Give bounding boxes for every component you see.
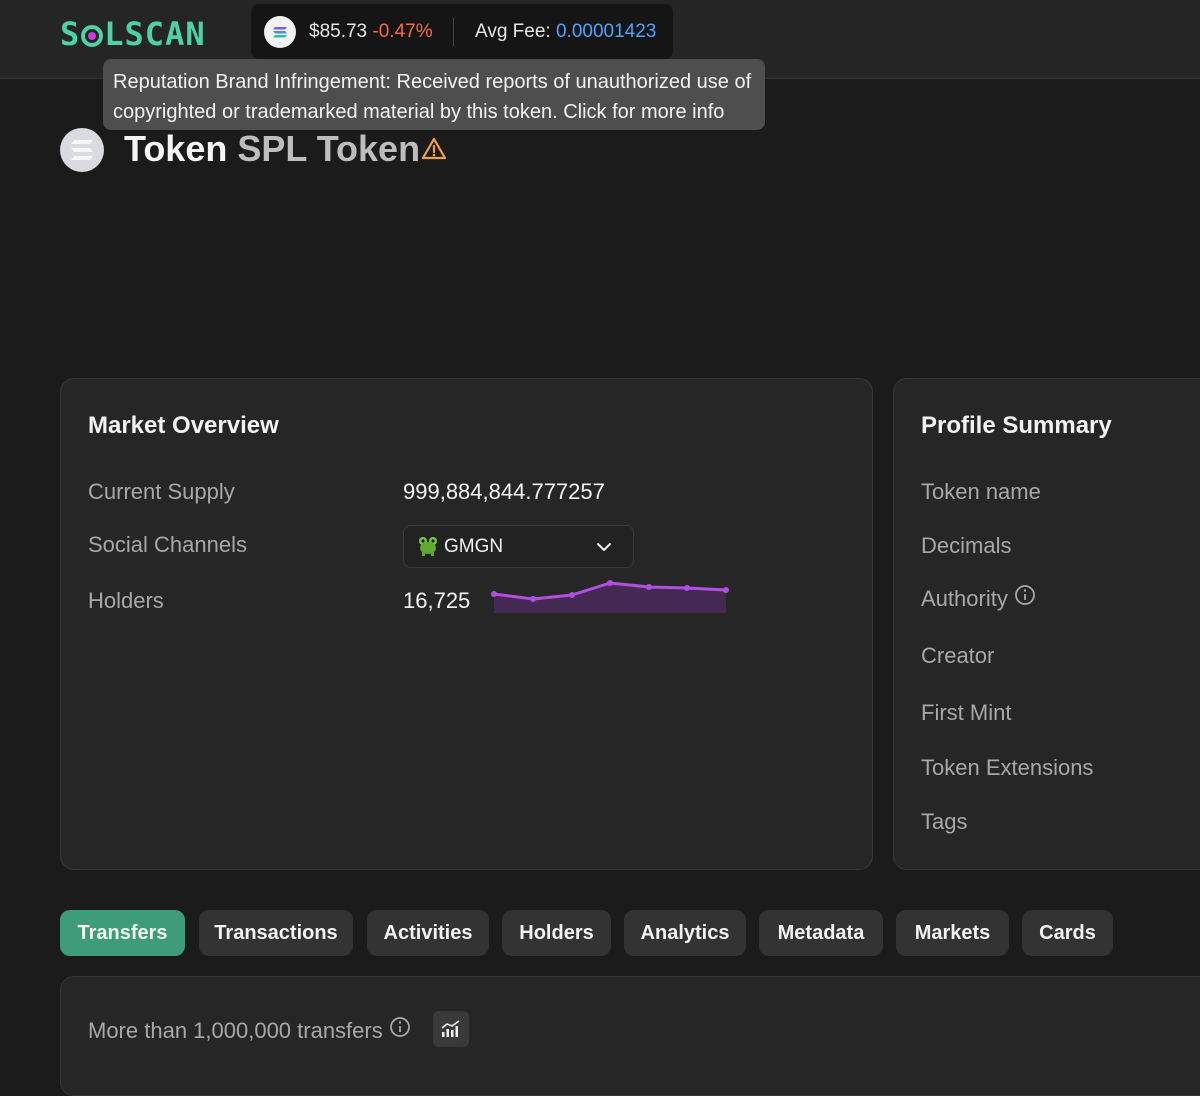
current-supply-value: 999,884,844.777257 (403, 479, 605, 504)
market-overview-title: Market Overview (88, 412, 279, 439)
decimals-label: Decimals (921, 533, 1012, 558)
token-name: Token (124, 128, 228, 169)
holders-label: Holders (88, 588, 164, 613)
tab-holders[interactable]: Holders (502, 910, 611, 956)
first-mint-label: First Mint (921, 700, 1012, 725)
solana-icon (264, 16, 296, 48)
tab-analytics[interactable]: Analytics (624, 910, 746, 956)
social-channel-selected: GMGN (444, 536, 504, 557)
token-avatar (60, 128, 104, 172)
sol-price: $85.73 -0.47% (309, 21, 433, 42)
info-icon[interactable] (389, 1016, 411, 1044)
tab-markets[interactable]: Markets (896, 910, 1009, 956)
token-extensions-label: Token Extensions (921, 755, 1094, 780)
holders-value: 16,725 (403, 588, 471, 613)
token-type: SPL Token (237, 128, 421, 169)
token-title: Token SPL Token (124, 128, 420, 170)
sol-price-change: -0.47% (372, 21, 433, 42)
sol-price-widget: $85.73 -0.47% Avg Fee: 0.00001423 (251, 4, 673, 59)
chart-toggle-button[interactable] (433, 1011, 469, 1047)
tab-metadata[interactable]: Metadata (759, 910, 883, 956)
authority-label: Authority (921, 584, 1036, 614)
avg-fee-value[interactable]: 0.00001423 (556, 21, 656, 42)
chevron-down-icon (596, 539, 612, 560)
divider (453, 18, 454, 46)
transfers-count: More than 1,000,000 transfers (88, 1016, 411, 1046)
gmgn-icon (417, 535, 439, 562)
creator-label: Creator (921, 643, 995, 668)
tab-activities[interactable]: Activities (367, 910, 489, 956)
market-overview-card: Market Overview Current Supply 999,884,8… (60, 378, 873, 870)
tab-transfers[interactable]: Transfers (60, 910, 185, 956)
holders-sparkline (491, 580, 729, 613)
solscan-logo[interactable]: S LSCAN (60, 15, 206, 53)
token-name-label: Token name (921, 479, 1041, 504)
social-channels-label: Social Channels (88, 532, 247, 557)
reputation-warning-tooltip[interactable]: Reputation Brand Infringement: Received … (103, 59, 765, 130)
tab-transactions[interactable]: Transactions (199, 910, 353, 956)
profile-summary-title: Profile Summary (921, 412, 1112, 439)
warning-triangle-icon[interactable] (421, 137, 447, 166)
transfers-card: More than 1,000,000 transfers (60, 976, 1200, 1096)
profile-summary-card: Profile Summary Token name Decimals Auth… (893, 378, 1200, 870)
tags-label: Tags (921, 809, 968, 834)
tab-cards[interactable]: Cards (1022, 910, 1113, 956)
current-supply-label: Current Supply (88, 479, 235, 504)
social-channels-dropdown[interactable]: GMGN (403, 525, 634, 568)
logo-o-mark (81, 25, 104, 47)
avg-fee: Avg Fee: 0.00001423 (475, 21, 657, 42)
info-icon[interactable] (1014, 584, 1036, 612)
